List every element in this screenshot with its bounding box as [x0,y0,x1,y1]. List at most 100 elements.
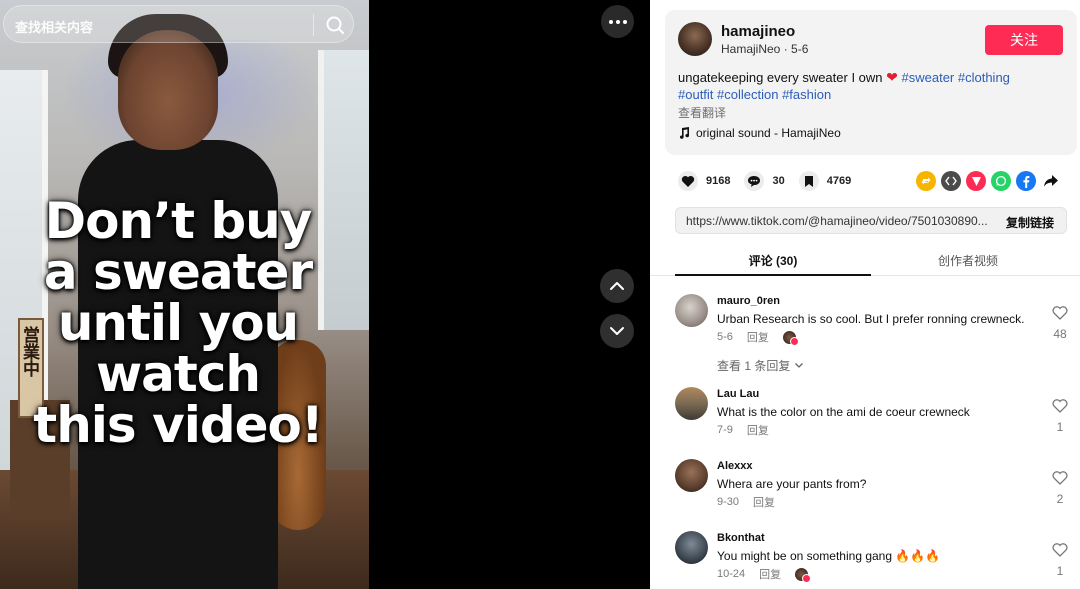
more-dot-icon [622,19,627,24]
previous-video-button[interactable] [600,269,634,303]
whatsapp-icon[interactable] [991,171,1011,191]
commenter-name[interactable]: Lau Lau [717,388,759,400]
comment-like-count: 48 [1053,327,1067,341]
caption-line: a sweater [43,243,313,301]
author-avatar[interactable] [678,22,712,56]
creator-liked-avatar [795,567,812,583]
video-area: 営業中 Don’t buy a sweater until you watch … [0,0,650,589]
music-note-icon [680,127,690,139]
search-input[interactable]: 查找相关内容 [3,5,354,43]
tab-creator-videos[interactable]: 创作者视频 [870,252,1066,269]
commenter-name[interactable]: Bkonthat [717,532,765,544]
author-username[interactable]: hamajineo [721,23,795,40]
engagement-stats: 9168 30 4769 [678,170,865,192]
comment-like-button[interactable]: 1 [1050,543,1070,578]
follow-button[interactable]: 关注 [985,25,1063,55]
description-text: ungatekeeping every sweater I own [678,70,883,85]
comment-item: Lau Lau What is the color on the ami de … [675,387,1070,447]
commenter-name[interactable]: Alexxx [717,460,752,472]
facebook-icon[interactable] [1016,171,1036,191]
tab-comments[interactable]: 评论 (30) [675,252,871,269]
video-player[interactable]: 営業中 Don’t buy a sweater until you watch … [0,0,369,589]
send-icon[interactable] [966,171,986,191]
separator-dot: · [783,42,792,56]
comment-text: What is the color on the ami de coeur cr… [717,405,970,419]
caption-line: watch [95,345,261,403]
details-panel: hamajineo HamajiNeo · 5-6 关注 ungatekeepi… [650,0,1080,589]
hashtags-line-1[interactable]: #sweater #clothing [902,70,1010,85]
translate-link[interactable]: 查看翻译 [678,104,726,121]
panel-tabs: 评论 (30) 创作者视频 [650,246,1080,276]
view-replies-button[interactable]: 查看 1 条回复 [717,357,804,374]
chevron-down-icon [610,327,624,335]
author-display-name[interactable]: HamajiNeo [721,42,780,56]
video-caption-overlay: Don’t buy a sweater until you watch this… [0,196,356,451]
video-link-field[interactable]: https://www.tiktok.com/@hamajineo/video/… [675,207,1067,234]
comment-date: 10-24 [717,568,746,580]
heart-emoji-icon: ❤ [886,69,898,85]
comment-meta: 10-24 回复 [717,566,812,583]
sound-link[interactable]: original sound - HamajiNeo [678,126,841,140]
comment-meta: 5-6 回复 [717,329,799,346]
comment-date: 7-9 [717,424,733,436]
comment-date: 9-30 [717,496,740,508]
next-video-button[interactable] [600,314,634,348]
comment-like-count: 1 [1056,420,1064,434]
comment-item: Bkonthat You might be on something gang … [675,531,1070,589]
heart-outline-icon [1052,306,1068,320]
comment-like-button[interactable]: 1 [1050,399,1070,434]
heart-icon [678,171,698,191]
more-options-button[interactable] [601,5,634,38]
comment-count: 30 [772,175,785,187]
reply-button[interactable]: 回复 [759,566,781,582]
like-button[interactable]: 9168 [678,171,730,191]
comment-text: Whera are your pants from? [717,477,867,491]
comment-bubble-icon [744,171,765,191]
commenter-avatar[interactable] [675,459,708,492]
bookmark-icon [798,171,819,191]
embed-icon[interactable] [941,171,961,191]
commenter-avatar[interactable] [675,294,708,327]
save-button[interactable]: 4769 [798,171,852,191]
reply-button[interactable]: 回复 [747,329,769,345]
comment-meta: 9-30 回复 [717,494,775,510]
post-description: ungatekeeping every sweater I own ❤ #swe… [678,69,1063,103]
comment-like-button[interactable]: 48 [1050,306,1070,341]
post-date: 5-6 [791,42,809,56]
caption-line: until you [57,294,299,352]
copy-link-button[interactable]: 复制链接 [1006,214,1054,231]
heart-outline-icon [1052,543,1068,557]
comment-item: mauro_0ren Urban Research is so cool. Bu… [675,294,1070,374]
commenter-avatar[interactable] [675,531,708,564]
post-info-card: hamajineo HamajiNeo · 5-6 关注 ungatekeepi… [665,10,1077,155]
video-link-url[interactable]: https://www.tiktok.com/@hamajineo/video/… [686,214,992,228]
comment-button[interactable]: 30 [744,171,785,191]
tiktok-video-page: 営業中 Don’t buy a sweater until you watch … [0,0,1080,589]
sound-name: original sound - HamajiNeo [696,126,841,140]
search-placeholder: 查找相关内容 [15,21,94,36]
share-arrow-icon[interactable] [1041,171,1061,191]
more-dot-icon [608,19,613,24]
reply-button[interactable]: 回复 [753,494,775,510]
commenter-name[interactable]: mauro_0ren [717,295,780,307]
active-tab-underline [675,274,871,276]
save-count: 4769 [826,175,852,187]
like-count: 9168 [706,175,731,187]
search-divider [313,14,314,36]
more-dot-icon [615,19,620,24]
comment-item: Alexxx Whera are your pants from? 9-30 回… [675,459,1070,519]
reply-button[interactable]: 回复 [747,422,769,438]
comment-like-count: 2 [1056,492,1064,506]
repost-icon[interactable] [916,171,936,191]
commenter-avatar[interactable] [675,387,708,420]
share-options [916,171,1061,191]
chevron-up-icon [610,282,624,290]
comment-like-button[interactable]: 2 [1050,471,1070,506]
person-head [118,30,218,150]
caption-line: this video! [33,396,323,454]
hashtags-line-2[interactable]: #outfit #collection #fashion [678,87,831,102]
comment-text: Urban Research is so cool. But I prefer … [717,312,1025,326]
caption-line: Don’t buy [44,192,313,250]
author-subline: HamajiNeo · 5-6 [721,42,808,56]
search-icon[interactable] [323,14,347,36]
